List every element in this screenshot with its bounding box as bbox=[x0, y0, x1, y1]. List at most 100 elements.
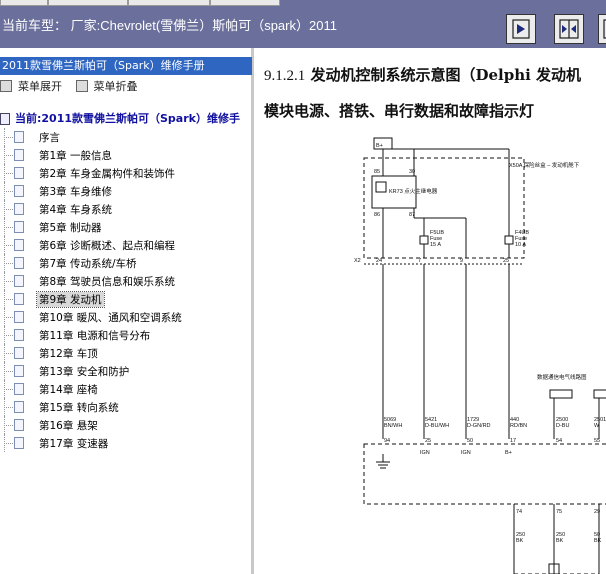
expand-menu-button[interactable]: 菜单展开 bbox=[0, 78, 62, 94]
bus-label: 数据通信电气线路图 bbox=[537, 373, 587, 381]
tree-connector bbox=[4, 191, 13, 192]
more-button[interactable] bbox=[598, 14, 606, 44]
conn-pin-25: 25 bbox=[503, 258, 509, 264]
module-bplus: B+ bbox=[505, 450, 512, 456]
tree-connector bbox=[4, 155, 13, 156]
page-icon bbox=[14, 293, 24, 305]
tree-item[interactable]: 第15章 转向系统 bbox=[0, 398, 254, 416]
tree-item[interactable]: 第1章 一般信息 bbox=[0, 146, 254, 164]
tree-item-label: 第16章 悬架 bbox=[39, 420, 98, 432]
page-icon bbox=[14, 149, 24, 161]
page-icon bbox=[14, 437, 24, 449]
lower-pin-75: 75 bbox=[556, 509, 562, 515]
bus-connector-1 bbox=[549, 389, 573, 399]
tree-item[interactable]: 第14章 座椅 bbox=[0, 380, 254, 398]
connector-label: X2 bbox=[354, 258, 361, 264]
tree-item[interactable]: 第3章 车身维修 bbox=[0, 182, 254, 200]
tree-connector bbox=[4, 443, 13, 444]
module-pin-54: 54 bbox=[556, 438, 562, 444]
wire-3-color: D-GN/RD bbox=[467, 423, 491, 429]
tree-item[interactable]: 序言 bbox=[0, 128, 254, 146]
lower-pin-74: 74 bbox=[516, 509, 522, 515]
split-view-icon bbox=[559, 19, 579, 39]
page-icon bbox=[14, 311, 24, 323]
tree-item[interactable]: 第12章 车顶 bbox=[0, 344, 254, 362]
page-icon bbox=[14, 329, 24, 341]
top-tab-strip bbox=[0, 0, 280, 6]
tree-connector bbox=[4, 227, 13, 228]
content-pane: 9.1.2.1 发动机控制系统示意图（Delphi 发动机 模块电源、搭铁、串行… bbox=[254, 48, 606, 574]
tree-item-label: 第14章 座椅 bbox=[39, 384, 98, 396]
tree-connector bbox=[4, 425, 13, 426]
collapse-icon bbox=[75, 80, 88, 92]
pin-85: 85 bbox=[374, 169, 380, 175]
tree-item[interactable]: 第16章 悬架 bbox=[0, 416, 254, 434]
tree-item[interactable]: 第4章 车身系统 bbox=[0, 200, 254, 218]
tree-item-label: 第6章 诊断概述、起点和编程 bbox=[39, 240, 176, 252]
tab-3[interactable] bbox=[128, 0, 210, 6]
tree-item-label: 第1章 一般信息 bbox=[39, 150, 113, 162]
module-ign-1: IGN bbox=[420, 450, 430, 456]
fuse-2-rating: 10 A bbox=[515, 242, 526, 248]
relay-label: KR73 点火主继电器 bbox=[389, 187, 438, 195]
collapse-menu-button[interactable]: 菜单折叠 bbox=[75, 78, 138, 94]
pin-30: 30 bbox=[409, 169, 415, 175]
tree-root[interactable]: 当前:2011款雪佛兰斯帕可（Spark）维修手 bbox=[0, 110, 254, 126]
tree-item-label: 第10章 暖风、通风和空调系统 bbox=[39, 312, 182, 324]
tree-item[interactable]: 第6章 诊断概述、起点和编程 bbox=[0, 236, 254, 254]
tree-item-label: 第9章 发动机 bbox=[36, 291, 105, 308]
tree-connector bbox=[4, 407, 13, 408]
tree-item[interactable]: 第17章 变速器 bbox=[0, 434, 254, 452]
tab-2[interactable] bbox=[48, 0, 128, 6]
tree-item[interactable]: 第9章 发动机 bbox=[0, 290, 254, 308]
section-heading-line2: 模块电源、搭铁、串行数据和故障指示灯 bbox=[264, 102, 535, 120]
conn-pin-9: 9 bbox=[460, 258, 463, 264]
fuse-block-label: X50A 保险丝盒 – 发动机舱下 bbox=[509, 161, 580, 169]
tab-4[interactable] bbox=[210, 0, 280, 6]
relay-coil bbox=[375, 181, 387, 193]
module-pin-17: 17 bbox=[510, 438, 516, 444]
page-icon bbox=[14, 185, 24, 197]
wiring-diagram: B+ X50A 保险丝盒 – 发动机舱下 KR73 点火主继电器 85 30 8… bbox=[354, 137, 606, 574]
tree-item[interactable]: 第10章 暖风、通风和空调系统 bbox=[0, 308, 254, 326]
tree-connector bbox=[4, 299, 13, 300]
tree-item[interactable]: 第13章 安全和防护 bbox=[0, 362, 254, 380]
tree-connector bbox=[4, 371, 13, 372]
page-icon bbox=[14, 221, 24, 233]
tree-connector bbox=[4, 317, 13, 318]
fuse-2 bbox=[504, 235, 514, 245]
conn-pin-7: 7 bbox=[418, 258, 421, 264]
collapse-label: 菜单折叠 bbox=[93, 80, 138, 93]
tree-item-label: 第13章 安全和防护 bbox=[39, 366, 130, 378]
fuse-1-rating: 15 A bbox=[430, 242, 441, 248]
section-title: 发动机控制系统示意图（Delphi 发动机 bbox=[305, 66, 582, 84]
top-bar: 当前车型： 厂家:Chevrolet(雪佛兰）斯帕可（spark）2011 bbox=[0, 0, 606, 48]
module-pin-94: 94 bbox=[384, 438, 390, 444]
tree-item-label: 第8章 驾驶员信息和娱乐系统 bbox=[39, 276, 176, 288]
wire-2-color: D-BU/WH bbox=[425, 423, 449, 429]
page-icon bbox=[14, 383, 24, 395]
wire-4-color: RD/BN bbox=[510, 423, 527, 429]
page-icon bbox=[14, 239, 24, 251]
chapter-tree: 序言第1章 一般信息第2章 车身金属构件和装饰件 第3章 车身维修 第4章 车身系统… bbox=[0, 128, 254, 452]
tree-item[interactable]: 第7章 传动系统/车桥 bbox=[0, 254, 254, 272]
tree-item-label: 第5章 制动器 bbox=[39, 222, 102, 234]
book-icon bbox=[0, 113, 10, 125]
pin-86: 86 bbox=[374, 212, 380, 218]
split-view-button[interactable] bbox=[554, 14, 584, 44]
tab-1[interactable] bbox=[0, 0, 48, 6]
tree-item-label: 第11章 电源和信号分布 bbox=[39, 330, 151, 342]
tree-item[interactable]: 第11章 电源和信号分布 bbox=[0, 326, 254, 344]
tree-item[interactable]: 第8章 驾驶员信息和娱乐系统 bbox=[0, 272, 254, 290]
tree-item[interactable]: 第2章 车身金属构件和装饰件 bbox=[0, 164, 254, 182]
tree-connector bbox=[4, 263, 13, 264]
manual-title-bar[interactable]: 2011款雪佛兰斯帕可（Spark）维修手册 bbox=[0, 57, 252, 75]
more-icon bbox=[603, 19, 606, 39]
lower-pin-29: 29 bbox=[594, 509, 600, 515]
tree-connector bbox=[4, 281, 13, 282]
pin-87: 87 bbox=[409, 212, 415, 218]
next-page-button[interactable] bbox=[506, 14, 536, 44]
wire-6-color: W bbox=[594, 423, 600, 429]
tree-item[interactable]: 第5章 制动器 bbox=[0, 218, 254, 236]
fuse-1 bbox=[419, 235, 429, 245]
